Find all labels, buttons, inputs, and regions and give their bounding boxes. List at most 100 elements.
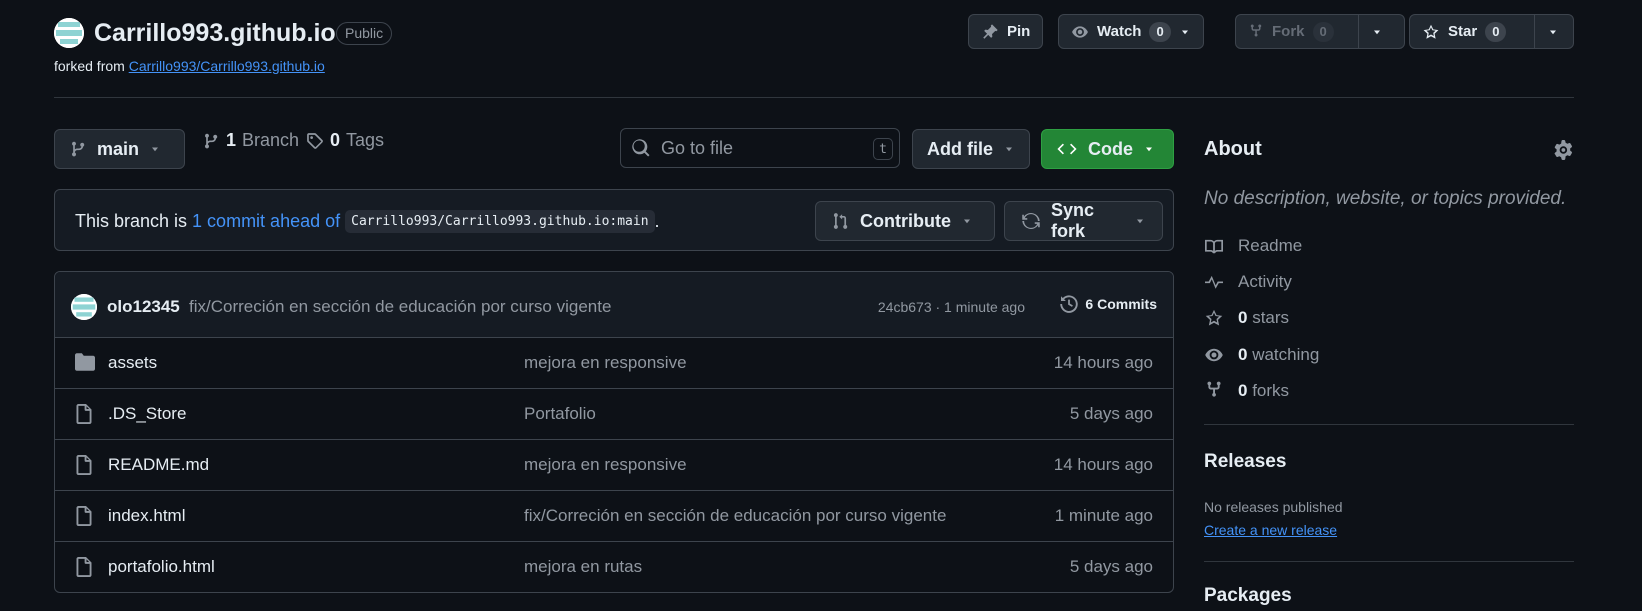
go-to-file-input[interactable] (661, 137, 861, 159)
chevron-down-icon (961, 215, 973, 227)
file-commit-message-link[interactable]: fix/Correción en sección de educación po… (524, 506, 946, 526)
branch-icon (202, 131, 220, 151)
forked-from: forked from Carrillo993/Carrillo993.gith… (54, 58, 325, 74)
branch-name: main (97, 138, 140, 159)
file-row[interactable]: assets mejora en responsive 14 hours ago (55, 338, 1173, 389)
forks-label: forks (1252, 381, 1290, 400)
search-icon (631, 138, 651, 158)
releases-heading[interactable]: Releases (1204, 451, 1286, 473)
stars-link[interactable]: 0 stars (1204, 308, 1289, 328)
branch-status-text: This branch is 1 commit ahead of Carrill… (75, 210, 660, 233)
forked-from-link[interactable]: Carrillo993/Carrillo993.github.io (129, 58, 325, 74)
tags-link[interactable]: 0 Tags (306, 130, 384, 151)
file-row[interactable]: portafolio.html mejora en rutas 5 days ago (55, 542, 1173, 592)
tags-count-label: Tags (346, 130, 385, 150)
pin-button[interactable]: Pin (968, 14, 1044, 49)
repo-header: Carrillo993.github.io Public forked from… (54, 14, 1574, 98)
divider (1204, 561, 1574, 562)
file-icon (75, 455, 93, 475)
sync-fork-label: Sync fork (1051, 200, 1095, 241)
branch-count-value: 1 (226, 130, 237, 150)
contribute-button[interactable]: Contribute (815, 201, 995, 241)
fork-button[interactable]: Fork 0 (1235, 14, 1405, 49)
packages-heading[interactable]: Packages (1204, 585, 1292, 607)
chevron-down-icon (149, 143, 161, 155)
code-icon (1056, 140, 1078, 158)
folder-icon (75, 353, 95, 371)
chevron-down-icon (1371, 26, 1383, 38)
forks-link[interactable]: 0 forks (1204, 381, 1289, 401)
author-avatar[interactable] (71, 294, 97, 320)
watch-button[interactable]: Watch 0 (1058, 14, 1204, 49)
pin-icon (981, 23, 999, 41)
commits-ahead-link[interactable]: 1 commit ahead of (192, 211, 340, 232)
book-icon (1204, 237, 1224, 255)
code-button[interactable]: Code (1041, 129, 1174, 169)
activity-link[interactable]: Activity (1204, 272, 1292, 292)
forked-from-prefix: forked from (54, 58, 125, 74)
chevron-down-icon (1179, 26, 1191, 38)
file-commit-message-link[interactable]: mejora en responsive (524, 455, 687, 475)
file-icon (75, 506, 93, 526)
commit-author-link[interactable]: olo12345 (107, 297, 180, 317)
divider (1204, 424, 1574, 425)
owner-avatar[interactable] (54, 18, 84, 48)
activity-label: Activity (1238, 272, 1292, 291)
commit-meta[interactable]: 24cb673 · 1 minute ago (878, 299, 1025, 315)
star-count: 0 (1485, 21, 1507, 42)
star-label: Star (1448, 23, 1478, 40)
branches-link[interactable]: 1 Branch (202, 130, 299, 151)
upstream-ref: Carrillo993/Carrillo993.github.io:main (345, 210, 655, 233)
file-table: olo12345 fix/Correción en sección de edu… (54, 271, 1174, 593)
file-row[interactable]: index.html fix/Correción en sección de ed… (55, 491, 1173, 542)
gear-icon[interactable] (1554, 140, 1574, 160)
file-name-link[interactable]: README.md (108, 455, 209, 475)
fork-dropdown[interactable] (1358, 15, 1395, 48)
file-commit-time: 1 minute ago (1054, 506, 1153, 525)
go-to-file[interactable]: t (620, 128, 900, 168)
fork-icon (1204, 381, 1224, 401)
shortcut-key: t (873, 138, 893, 160)
add-file-button[interactable]: Add file (912, 129, 1030, 169)
star-button[interactable]: Star 0 (1409, 14, 1574, 49)
watching-link[interactable]: 0 watching (1204, 345, 1319, 365)
add-file-label: Add file (927, 138, 993, 159)
eye-icon (1071, 23, 1089, 41)
file-name-link[interactable]: index.html (108, 506, 185, 526)
file-commit-message-link[interactable]: mejora en rutas (524, 557, 642, 577)
readme-label: Readme (1238, 236, 1303, 255)
branch-status-prefix: This branch is (75, 211, 188, 231)
commit-message-link[interactable]: fix/Correción en sección de educación po… (189, 297, 611, 317)
star-dropdown[interactable] (1534, 15, 1571, 48)
chevron-down-icon (1003, 143, 1015, 155)
repo-name-link[interactable]: Carrillo993.github.io (94, 19, 336, 48)
sync-fork-button[interactable]: Sync fork (1004, 200, 1163, 241)
file-name-link[interactable]: .DS_Store (108, 404, 186, 424)
readme-link[interactable]: Readme (1204, 236, 1302, 256)
stars-label: stars (1252, 308, 1290, 327)
file-commit-message-link[interactable]: mejora en responsive (524, 353, 687, 373)
commits-history-link[interactable]: 6 Commits (1059, 294, 1157, 314)
chevron-down-icon (1547, 26, 1559, 38)
branch-status-box: This branch is 1 commit ahead of Carrill… (54, 189, 1174, 251)
branch-selector[interactable]: main (54, 129, 185, 169)
file-name-link[interactable]: assets (108, 353, 157, 373)
file-row[interactable]: README.md mejora en responsive 14 hours ag… (55, 440, 1173, 491)
branch-icon (69, 139, 87, 159)
file-commit-time: 5 days ago (1069, 404, 1153, 423)
file-commit-time: 5 days ago (1069, 557, 1153, 576)
fork-count: 0 (1312, 21, 1334, 42)
tag-icon (306, 132, 324, 150)
file-name-link[interactable]: portafolio.html (108, 557, 215, 577)
branch-count-label: Branch (242, 130, 300, 150)
sync-icon (1021, 211, 1041, 231)
latest-commit-row: olo12345 fix/Correción en sección de edu… (55, 272, 1173, 338)
no-releases-text: No releases published (1204, 499, 1343, 515)
history-icon (1059, 294, 1079, 314)
file-row[interactable]: .DS_Store Portafolio 5 days ago (55, 389, 1173, 440)
watch-label: Watch (1097, 23, 1142, 40)
star-icon (1422, 23, 1440, 41)
about-heading: About (1204, 138, 1262, 160)
file-commit-message-link[interactable]: Portafolio (524, 404, 596, 424)
create-release-link[interactable]: Create a new release (1204, 522, 1337, 538)
